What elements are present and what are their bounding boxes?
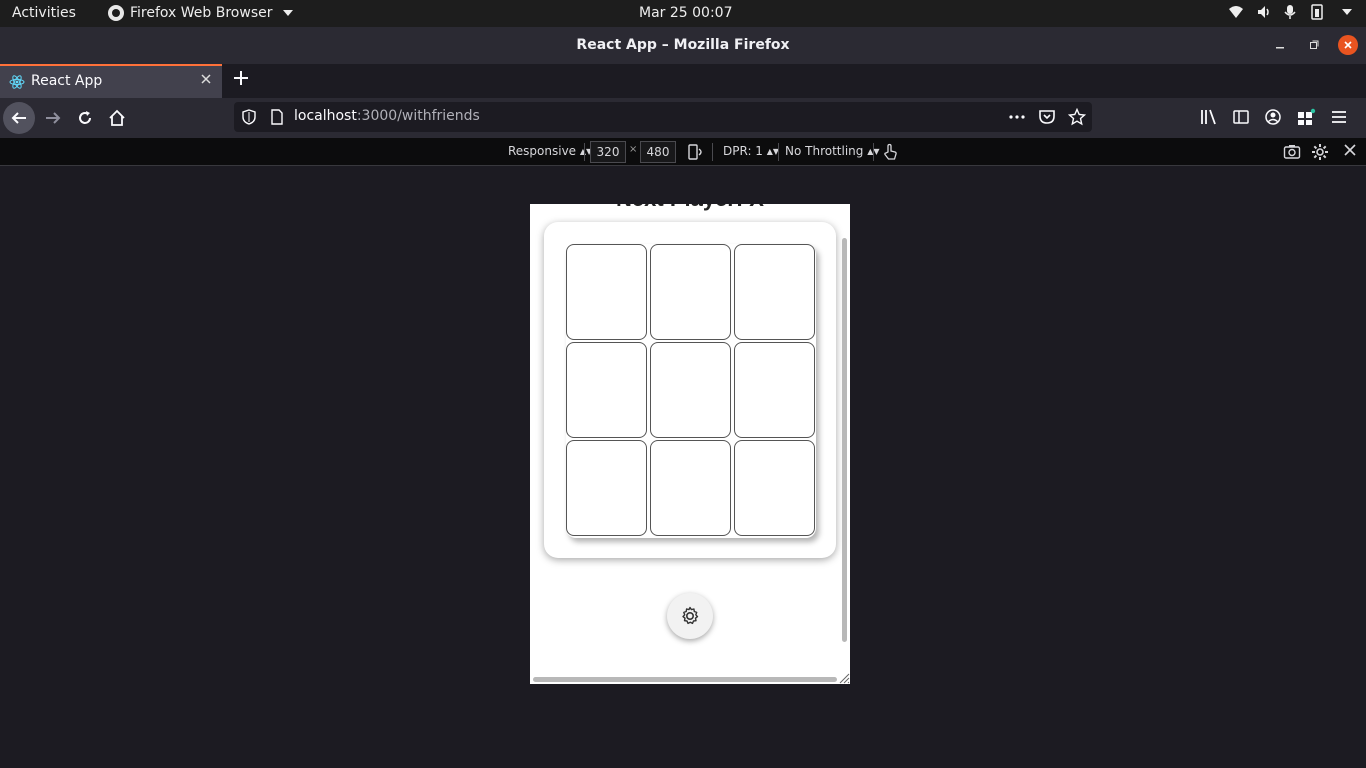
game-card [544,222,836,558]
separator [778,143,779,161]
gear-icon [682,606,699,625]
close-responsive-mode-button[interactable] [1343,142,1357,161]
home-icon [109,109,125,126]
tab-react-app[interactable]: React App [0,64,222,98]
arrow-left-icon [11,112,26,124]
separator [873,143,874,161]
account-icon[interactable] [1264,108,1282,126]
network-throttling-selector[interactable]: No Throttling ▲▼ [785,144,880,158]
bookmark-star-icon[interactable] [1068,108,1086,126]
wifi-icon [1229,6,1243,18]
board-cell[interactable] [650,440,731,536]
separator [584,143,585,161]
close-icon [1344,41,1352,49]
board-cell[interactable] [734,440,815,536]
device-selector-label: Responsive [508,144,577,158]
screenshot-camera-icon[interactable] [1283,143,1301,161]
board-cell[interactable] [566,342,647,438]
reload-button[interactable] [69,102,101,134]
toolbar-right [1200,108,1348,126]
activities-button[interactable]: Activities [12,5,76,21]
board-cell[interactable] [734,342,815,438]
next-player-heading: Next Player: X [530,204,850,212]
url-text: localhost:3000/withfriends [294,108,480,124]
viewport-height-input[interactable]: 480 [640,141,676,163]
system-tray[interactable] [1228,4,1352,20]
hamburger-menu-icon[interactable] [1330,108,1348,126]
reload-icon [79,111,91,124]
close-icon [1344,144,1356,156]
minimize-icon [1276,47,1284,49]
clock[interactable]: Mar 25 00:07 [639,5,732,21]
close-icon [201,74,211,84]
vertical-scrollbar[interactable] [842,238,847,642]
home-button[interactable] [101,102,133,134]
board-cell[interactable] [566,244,647,340]
restore-icon [1310,40,1319,49]
firefox-icon [108,5,124,21]
tab-close-button[interactable] [200,73,212,89]
caret-down-icon [282,10,293,16]
arrow-right-icon [46,112,61,124]
system-menu-caret-icon [1342,9,1352,15]
window-title-bar: React App – Mozilla Firefox [0,27,1366,64]
system-top-bar: Activities Firefox Web Browser Mar 25 00… [0,0,1366,27]
url-host: localhost [294,108,357,124]
app-menu[interactable]: Firefox Web Browser [108,5,293,21]
horizontal-scrollbar[interactable] [533,677,837,682]
new-tab-button[interactable] [230,69,252,91]
tracking-protection-shield-icon[interactable] [242,109,256,125]
viewport-resize-handle-icon[interactable] [838,672,850,684]
board-cell[interactable] [566,440,647,536]
battery-icon [1311,4,1323,20]
sidebar-icon[interactable] [1232,108,1250,126]
responsive-design-toolbar: Responsive ▲▼ 320 × 480 DPR: 1 ▲▼ No Thr… [0,138,1366,166]
minimize-button[interactable] [1270,35,1290,55]
board-cell[interactable] [650,342,731,438]
window-title: React App – Mozilla Firefox [576,37,790,53]
throttling-label: No Throttling [785,144,864,158]
microphone-icon [1284,5,1296,19]
device-viewport: Next Player: X [530,204,850,684]
back-button[interactable] [3,102,35,134]
tic-tac-toe-board [566,244,816,538]
board-cell[interactable] [734,244,815,340]
url-path: :3000/withfriends [356,108,480,124]
tab-strip: React App [0,64,1366,98]
maximize-button[interactable] [1304,35,1324,55]
app-menu-label: Firefox Web Browser [130,5,273,21]
forward-button[interactable] [37,102,69,134]
settings-button[interactable] [667,593,713,639]
rotate-viewport-icon[interactable] [686,143,704,161]
more-actions-icon[interactable] [1008,108,1026,126]
dimension-separator: × [629,144,638,155]
url-bar[interactable]: localhost:3000/withfriends [234,102,1092,132]
page-info-icon[interactable] [270,109,284,125]
device-selector[interactable]: Responsive ▲▼ [508,144,592,158]
extensions-icon[interactable] [1296,108,1316,126]
library-icon[interactable] [1200,108,1218,126]
react-logo-icon [9,75,25,89]
close-window-button[interactable] [1338,35,1358,55]
viewport-width-input[interactable]: 320 [590,141,626,163]
navigation-toolbar: localhost:3000/withfriends [0,98,1366,138]
settings-gear-icon[interactable] [1311,143,1329,161]
pocket-icon[interactable] [1038,108,1056,126]
touch-simulation-icon[interactable] [882,143,898,161]
volume-icon [1258,6,1269,18]
separator [712,143,713,161]
dpr-selector[interactable]: DPR: 1 ▲▼ [723,144,779,158]
url-actions [1008,108,1086,126]
plus-icon [234,71,248,85]
board-cell[interactable] [650,244,731,340]
tab-title: React App [31,73,103,89]
dpr-label: DPR: 1 [723,144,763,158]
